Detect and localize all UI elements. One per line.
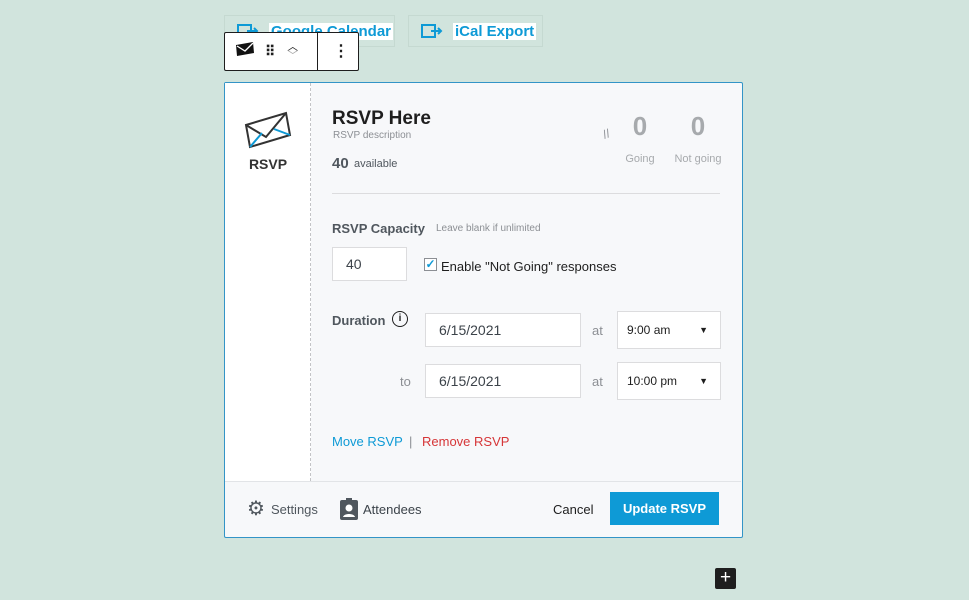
rsvp-sidebar: RSVP [225, 83, 311, 481]
rsvp-description[interactable]: RSVP description [333, 130, 411, 141]
start-time-select[interactable]: 9:00 am ▼ [617, 311, 721, 349]
not-going-label: Not going [674, 153, 722, 165]
capacity-label: RSVP Capacity [332, 221, 425, 236]
at-label: at [592, 323, 603, 338]
cancel-button[interactable]: Cancel [553, 502, 593, 517]
envelope-icon [244, 111, 292, 149]
divider [317, 33, 318, 70]
info-icon[interactable]: i [392, 311, 408, 327]
not-going-count: 0 [690, 111, 706, 141]
attendees-button[interactable]: Attendees [340, 498, 422, 520]
dropdown-arrow-icon: ▼ [699, 325, 708, 335]
rsvp-block: RSVP RSVP Here RSVP description 40 avail… [224, 82, 743, 538]
link-separator: | [409, 434, 413, 449]
settings-button[interactable]: ⚙ Settings [247, 498, 318, 520]
resize-icon: // [600, 126, 612, 142]
start-time-value: 9:00 am [627, 323, 671, 337]
end-time-select[interactable]: 10:00 pm ▼ [617, 362, 721, 400]
dropdown-arrow-icon: ▼ [699, 376, 708, 386]
remove-rsvp-link[interactable]: Remove RSVP [422, 434, 509, 449]
footer-divider [225, 481, 741, 482]
available-count: 40 [332, 155, 349, 172]
more-vertical-icon[interactable]: ⋮ [333, 41, 349, 61]
drag-handle-icon[interactable]: ⠿ [265, 43, 275, 60]
update-rsvp-button[interactable]: Update RSVP [610, 492, 719, 525]
attendees-label: Attendees [363, 501, 422, 517]
duration-label: Duration [332, 313, 386, 328]
export-label: iCal Export [453, 22, 537, 40]
ical-export[interactable]: iCal Export [408, 15, 543, 47]
not-going-checkbox-label[interactable]: Enable "Not Going" responses [441, 259, 616, 274]
end-time-value: 10:00 pm [627, 374, 678, 388]
block-toolbar: ⠿ ︿ ﹀ ⋮ [224, 32, 359, 71]
envelope-icon[interactable] [235, 41, 255, 62]
start-date-input[interactable]: 6/15/2021 [425, 313, 581, 347]
settings-label: Settings [270, 501, 318, 517]
sidebar-label: RSVP [248, 156, 288, 172]
going-label: Going [625, 153, 655, 165]
move-rsvp-link[interactable]: Move RSVP [332, 434, 403, 449]
not-going-checkbox[interactable]: ✓ [424, 258, 437, 271]
end-date-input[interactable]: 6/15/2021 [425, 364, 581, 398]
available-label: available [354, 158, 398, 170]
to-label: to [400, 374, 411, 389]
calendar-export-icon [421, 24, 443, 38]
divider [332, 193, 720, 194]
at-label: at [592, 374, 603, 389]
rsvp-title[interactable]: RSVP Here [332, 108, 431, 130]
capacity-input[interactable]: 40 [332, 247, 407, 281]
add-block-button[interactable]: + [715, 568, 736, 589]
attendees-icon [340, 498, 358, 520]
chevron-up-down-icon[interactable]: ︿ ﹀ [287, 41, 298, 61]
capacity-hint: Leave blank if unlimited [436, 223, 541, 234]
going-count: 0 [632, 111, 648, 141]
gear-icon: ⚙ [247, 498, 265, 520]
